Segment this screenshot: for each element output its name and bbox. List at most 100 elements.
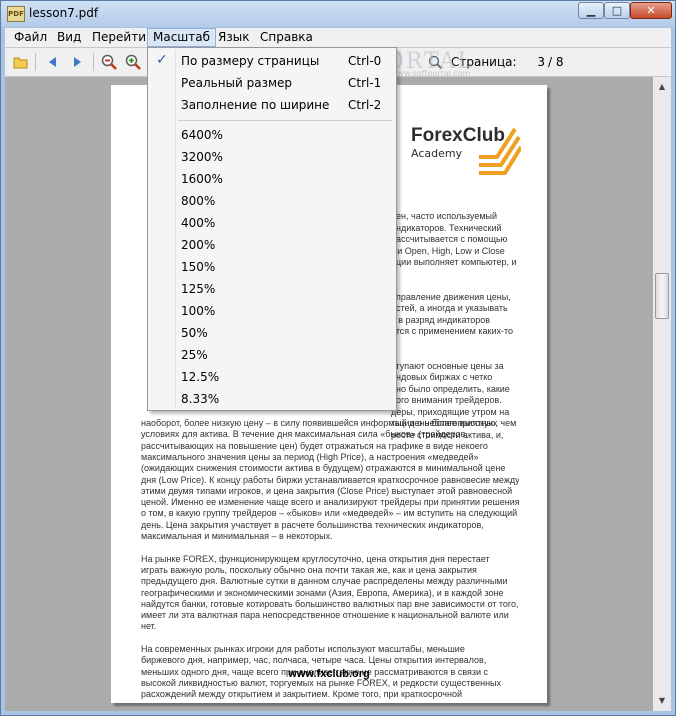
zoom-level-item[interactable]: 400% [148,212,396,234]
page-text-line: нет. [141,621,157,632]
page-text-line: условиях для актива. В течение дня макси… [141,429,468,440]
zoom-level-label: 400% [181,216,216,230]
close-button[interactable]: ✕ [630,2,672,19]
zoom-level-item[interactable]: 800% [148,190,396,212]
toolbar-separator [35,53,36,71]
page-text-line: На современных рынках игроки для работы … [141,644,465,654]
page-text-line: максимального значения цены за период (H… [141,451,479,462]
menu-help[interactable]: Справка [255,28,318,47]
zoom-level-label: 3200% [181,150,223,164]
scroll-thumb[interactable] [655,273,669,319]
menu-file[interactable]: Файл [9,28,52,47]
page-text-line: о том, в какую группу трейдеров – «быков… [141,508,518,519]
page-text-line: ценой. Именно ее изменение чаще всего и … [141,497,519,508]
minimize-button[interactable]: ▁ [578,2,604,19]
page-text-line: этими двумя типами игроков, и цена закры… [141,485,513,496]
zoom-level-item[interactable]: 25% [148,344,396,366]
zoom-level-label: 150% [181,260,216,274]
maximize-icon: □ [611,4,623,17]
menu-item-label: По размеру страницы [181,54,320,68]
menu-zoom[interactable]: Масштаб [147,28,217,47]
menu-fit-page[interactable]: ✓ По размеру страницы Ctrl-0 [148,50,396,72]
pdf-app-icon: PDF [7,6,25,22]
page-total: / 8 [548,55,564,69]
page-text-line: географическими и экономическими зонами … [141,587,504,598]
maximize-button[interactable]: □ [604,2,630,19]
zoom-level-label: 6400% [181,128,223,142]
page-text-line: астей, а иногда и указывать [391,303,508,313]
minimize-icon: ▁ [586,4,596,17]
zoom-level-label: 8.33% [181,392,220,406]
toolbar-separator [93,53,94,71]
menu-item-label: Заполнение по ширине [181,98,330,112]
page-text-line: ь в разряд индикаторов [391,314,491,325]
zoom-level-item[interactable]: 8.33% [148,388,396,410]
scroll-down-arrow-icon[interactable]: ▼ [654,693,670,709]
page-text-line: максимальная и минимальная – в некоторых… [141,531,333,541]
zoom-level-item[interactable]: 100% [148,300,396,322]
zoom-level-label: 800% [181,194,216,208]
zoom-level-label: 125% [181,282,216,296]
menu-separator [178,120,392,121]
page-text-line: предыдущего дня. Валютные сутки в данном… [141,576,508,587]
menu-item-shortcut: Ctrl-0 [348,54,382,68]
zoom-level-item[interactable]: 50% [148,322,396,344]
logo-subtitle: Academy [411,147,463,160]
zoom-level-item[interactable]: 1600% [148,168,396,190]
title-bar[interactable]: PDF lesson7.pdf ▁ □ ✕ [1,1,675,27]
zoom-level-item[interactable]: 6400% [148,124,396,146]
zoom-level-item[interactable]: 125% [148,278,396,300]
page-text-line: ми Open, High, Low и Close [391,245,505,256]
page-text-line: наоборот, более низкую цену – в силу поя… [141,418,498,428]
zoom-level-label: 200% [181,238,216,252]
menu-item-shortcut: Ctrl-2 [348,98,382,112]
page-text-line: имеет ли эта валютная пара непосредствен… [141,610,509,621]
page-text-line: рассчитывается с помощью [391,234,508,244]
page-text-line: ется с применением каких-то [391,326,513,336]
menu-item-shortcut: Ctrl-1 [348,76,382,90]
next-page-icon[interactable] [69,54,85,70]
page-text-line: рассчитывающих на повышение цен) будет о… [141,440,488,451]
scroll-up-arrow-icon[interactable]: ▲ [654,79,670,95]
vertical-scrollbar[interactable]: ▲ ▼ [653,77,671,711]
page-text-line: ено было определить, какие [391,383,510,394]
page-text-line: цен, часто используемый [391,211,498,221]
zoom-level-label: 100% [181,304,216,318]
page-text-line: дня (Low Price). К концу работы биржи ус… [141,474,519,485]
page-text-line: биржевого дня, например, час, полчаса, ч… [141,655,487,666]
zoom-level-item[interactable]: 200% [148,234,396,256]
menu-item-label: Реальный размер [181,76,293,90]
page-text-line: На рынке FOREX, функционирующем круглосу… [141,553,490,564]
menu-language[interactable]: Язык [213,28,254,47]
page-text-line: индикаторов. Технический [391,222,502,233]
forexclub-logo: ForexClub Academy [411,125,531,175]
open-folder-icon[interactable] [13,54,29,70]
page-text-line: аправление движения цены, [391,291,511,302]
close-icon: ✕ [646,4,656,17]
page-text-line: ондовых биржах с четко [391,372,493,382]
page-text-line: (ожидающих снижения стоимости актива в б… [141,463,506,474]
zoom-level-item[interactable]: 12.5% [148,366,396,388]
menu-fit-width[interactable]: Заполнение по ширине Ctrl-2 [148,94,396,116]
zoom-dropdown-menu: ✓ По размеру страницы Ctrl-0 Реальный ра… [147,47,397,411]
window-title: lesson7.pdf [29,6,99,20]
menu-bar: Файл Вид Перейти Масштаб Язык Справка [5,28,671,48]
zoom-in-icon[interactable] [125,54,141,70]
page-text-line: ации выполняет компьютер, и [391,257,517,267]
page-text-line: расхождений между открытием и закрытием.… [141,689,462,700]
checkmark-icon: ✓ [156,52,168,68]
zoom-level-label: 50% [181,326,208,340]
previous-page-icon[interactable] [45,54,61,70]
zoom-level-item[interactable]: 150% [148,256,396,278]
menu-view[interactable]: Вид [52,28,86,47]
menu-go[interactable]: Перейти [87,28,151,47]
zoom-level-label: 1600% [181,172,223,186]
page-text-line: день. Цена закрытия участвует в расчете … [141,519,484,530]
zoom-level-item[interactable]: 3200% [148,146,396,168]
menu-actual-size[interactable]: Реальный размер Ctrl-1 [148,72,396,94]
page-text-line: найдутся банки, готовые котировать больш… [141,598,519,609]
zoom-out-icon[interactable] [101,54,117,70]
page-text-line: ступают основные цены за [391,360,504,371]
page-text-line: деры, приходящие утром на [391,406,510,417]
page-number-input[interactable]: 3 [507,52,547,72]
